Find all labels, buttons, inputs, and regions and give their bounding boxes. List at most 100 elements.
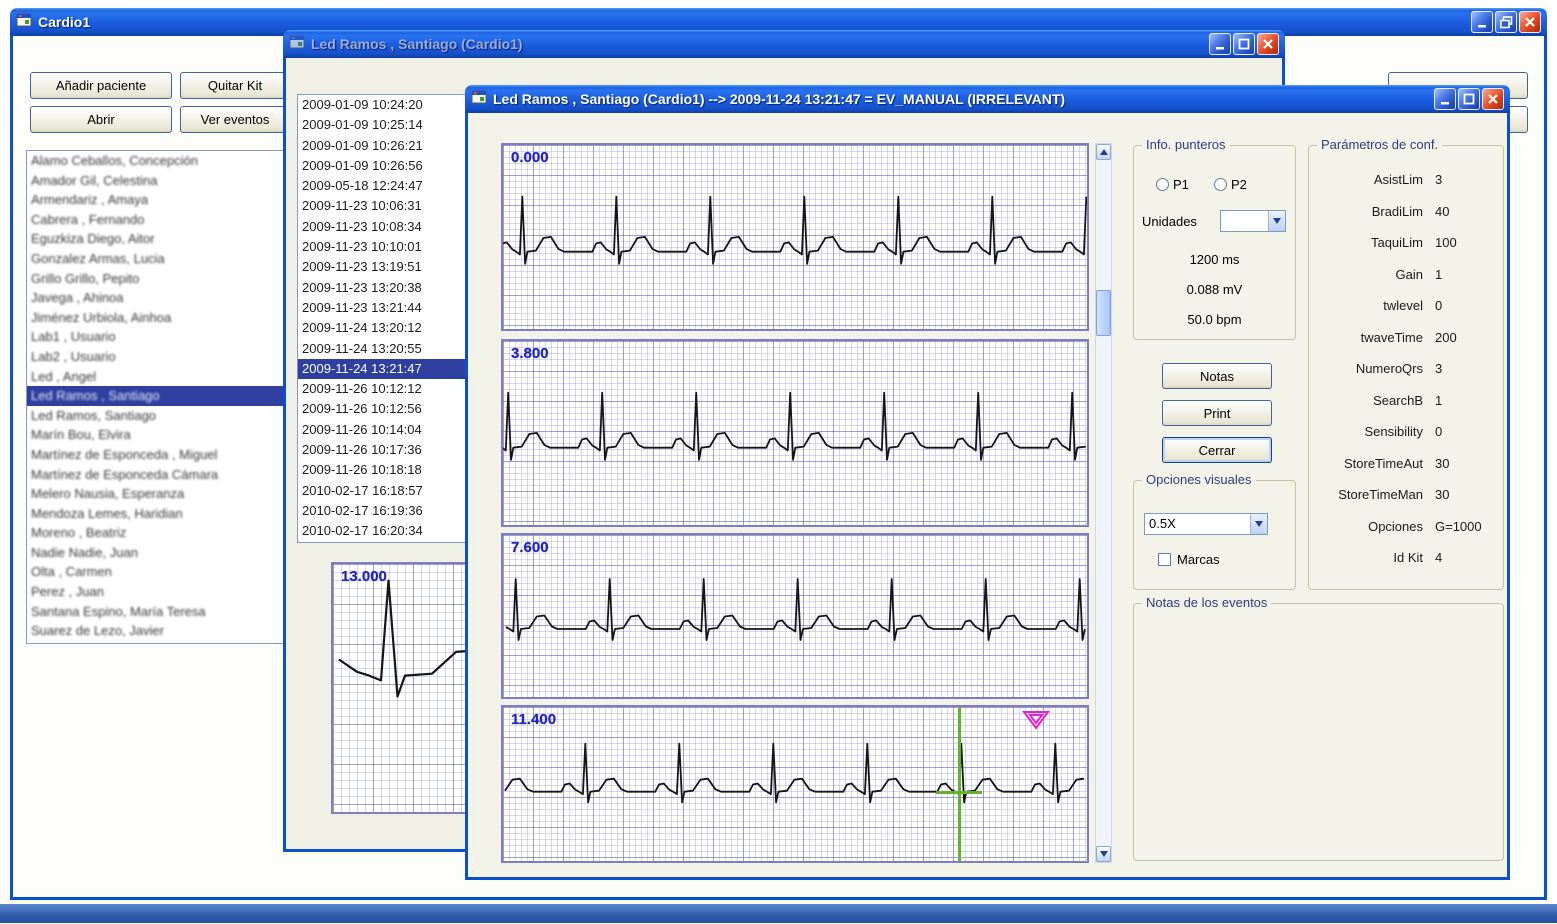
print-button[interactable]: Print [1162, 400, 1272, 426]
event-row[interactable]: 2009-11-23 10:06:31 [298, 196, 466, 216]
param-row: BradiLim40 [1317, 196, 1495, 228]
strip-4-label: 11.400 [511, 711, 556, 728]
main-window-title: Cardio1 [38, 14, 90, 30]
event-list[interactable]: 2009-01-09 10:24:202009-01-09 10:25:1420… [297, 94, 467, 543]
app-icon [16, 12, 32, 33]
minimize-button[interactable] [1434, 88, 1456, 110]
preview-strip-label: 13.000 [341, 568, 387, 585]
pointer-rate-value: 50.0 bpm [1134, 312, 1295, 327]
close-event-button[interactable]: Cerrar [1162, 437, 1272, 463]
pointer-time-value: 1200 ms [1134, 252, 1295, 267]
open-button[interactable]: Abrir [30, 106, 172, 133]
param-row: NumeroQrs3 [1317, 353, 1495, 385]
event-row[interactable]: 2009-11-24 13:20:55 [298, 339, 466, 359]
units-combo[interactable] [1220, 210, 1286, 232]
zoom-combo[interactable]: 0.5X [1144, 513, 1268, 535]
p1-radio-label: P1 [1173, 177, 1189, 192]
event-row[interactable]: 2010-02-17 16:19:36 [298, 501, 466, 521]
events-window-title: Led Ramos , Santiago (Cardio1) [311, 36, 523, 52]
zoom-combo-value: 0.5X [1145, 514, 1250, 534]
ecg-strip-4[interactable]: 11.400 [501, 705, 1089, 863]
event-row[interactable]: 2009-11-24 13:20:12 [298, 318, 466, 338]
close-button[interactable] [1482, 88, 1504, 110]
detail-window-titlebar[interactable]: Led Ramos , Santiago (Cardio1) --> 2009-… [465, 85, 1510, 113]
param-row: StoreTimeMan30 [1317, 479, 1495, 511]
remove-kit-button[interactable]: Quitar Kit [180, 72, 290, 99]
maximize-button[interactable] [1458, 88, 1480, 110]
pointer-cursor-crosshair [936, 791, 982, 794]
event-row[interactable]: 2009-11-23 10:10:01 [298, 237, 466, 257]
strip-1-label: 0.000 [511, 149, 549, 166]
config-params-group: Parámetros de conf. AsistLim3BradiLim40T… [1308, 145, 1504, 590]
close-button[interactable] [1257, 33, 1279, 55]
param-row: OpcionesG=1000 [1317, 511, 1495, 543]
visual-options-group: Opciones visuales 0.5X Marcas [1133, 480, 1296, 590]
event-row[interactable]: 2009-11-23 13:19:51 [298, 257, 466, 277]
taskbar-strip [0, 904, 1557, 923]
app-icon [289, 34, 305, 55]
p2-radio-label: P2 [1231, 177, 1247, 192]
event-row[interactable]: 2009-11-26 10:17:36 [298, 440, 466, 460]
event-row[interactable]: 2009-11-23 13:20:38 [298, 278, 466, 298]
event-row[interactable]: 2010-02-17 16:18:57 [298, 481, 466, 501]
ecg-strip-2[interactable]: 3.800 [501, 339, 1089, 527]
config-params-title: Parámetros de conf. [1317, 137, 1442, 152]
marks-checkbox-label: Marcas [1177, 552, 1220, 567]
event-row[interactable]: 2009-01-09 10:26:56 [298, 156, 466, 176]
event-notes-group: Notas de los eventos [1133, 603, 1504, 861]
event-notes-title: Notas de los eventos [1142, 595, 1271, 610]
param-row: Sensibility0 [1317, 416, 1495, 448]
pointer-info-group: Info. punteros P1 P2 Unidades 1200 ms 0.… [1133, 145, 1296, 340]
units-label: Unidades [1142, 214, 1197, 229]
event-row[interactable]: 2009-11-26 10:18:18 [298, 460, 466, 480]
combo-arrow-icon[interactable] [1268, 211, 1285, 231]
maximize-button[interactable] [1233, 33, 1255, 55]
app-icon [471, 89, 487, 110]
config-params-rows: AsistLim3BradiLim40TaquiLim100Gain1twlev… [1317, 164, 1495, 581]
param-row: twlevel0 [1317, 290, 1495, 322]
p1-radio[interactable] [1156, 178, 1169, 191]
event-row[interactable]: 2009-11-24 13:21:47 [298, 359, 466, 379]
event-row[interactable]: 2009-05-18 12:24:47 [298, 176, 466, 196]
event-row[interactable]: 2009-11-23 13:21:44 [298, 298, 466, 318]
ecg-strip-3[interactable]: 7.600 [501, 533, 1089, 699]
add-patient-button[interactable]: Añadir paciente [30, 72, 172, 99]
param-row: AsistLim3 [1317, 164, 1495, 196]
strip-2-label: 3.800 [511, 345, 549, 362]
strip-3-label: 7.600 [511, 539, 549, 556]
events-window-titlebar[interactable]: Led Ramos , Santiago (Cardio1) [283, 30, 1285, 58]
notes-button[interactable]: Notas [1162, 363, 1272, 389]
scroll-down-button[interactable] [1096, 846, 1111, 862]
event-row[interactable]: 2009-01-09 10:24:20 [298, 95, 466, 115]
event-row[interactable]: 2009-11-26 10:12:12 [298, 379, 466, 399]
ecg-strip-1[interactable]: 0.000 [501, 143, 1089, 331]
minimize-button[interactable] [1471, 11, 1493, 33]
scroll-up-button[interactable] [1096, 144, 1111, 160]
scrollbar-thumb[interactable] [1096, 290, 1111, 336]
restore-button[interactable] [1495, 11, 1517, 33]
ecg-scrollbar[interactable] [1095, 143, 1112, 863]
param-row: TaquiLim100 [1317, 227, 1495, 259]
minimize-button[interactable] [1209, 33, 1231, 55]
p2-radio[interactable] [1214, 178, 1227, 191]
event-row[interactable]: 2009-01-09 10:25:14 [298, 115, 466, 135]
event-row[interactable]: 2009-01-09 10:26:21 [298, 136, 466, 156]
combo-arrow-icon[interactable] [1250, 514, 1267, 534]
pointer-amplitude-value: 0.088 mV [1134, 282, 1295, 297]
param-row: SearchB1 [1317, 385, 1495, 417]
marks-checkbox[interactable] [1158, 553, 1171, 566]
event-row[interactable]: 2009-11-23 10:08:34 [298, 217, 466, 237]
param-row: twaveTime200 [1317, 322, 1495, 354]
param-row: StoreTimeAut30 [1317, 448, 1495, 480]
event-row[interactable]: 2010-02-17 16:20:34 [298, 521, 466, 541]
visual-options-title: Opciones visuales [1142, 472, 1256, 487]
pointer-cursor-line[interactable] [958, 707, 961, 861]
param-row: Id Kit4 [1317, 542, 1495, 574]
view-events-button[interactable]: Ver eventos [180, 106, 290, 133]
event-row[interactable]: 2009-11-26 10:12:56 [298, 399, 466, 419]
detail-window-title: Led Ramos , Santiago (Cardio1) --> 2009-… [493, 91, 1065, 107]
close-button[interactable] [1519, 11, 1541, 33]
pointer-info-title: Info. punteros [1142, 137, 1230, 152]
event-row[interactable]: 2009-11-26 10:14:04 [298, 420, 466, 440]
param-row: Gain1 [1317, 259, 1495, 291]
